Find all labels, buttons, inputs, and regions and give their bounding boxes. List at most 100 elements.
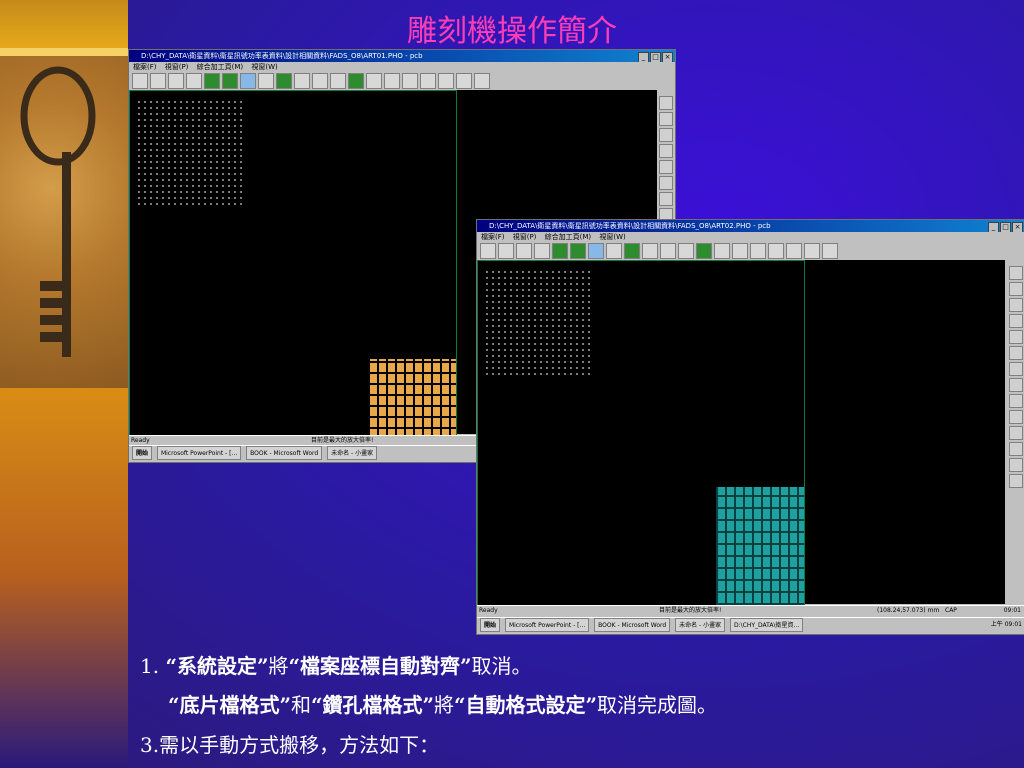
task-paint[interactable]: 未命名 - 小畫家 xyxy=(327,446,378,460)
window-2-menubar: 檔案(F) 視窗(P) 綜合加工頁(M) 視窗(W) xyxy=(477,232,1024,242)
menu-file[interactable]: 檔案(F) xyxy=(133,63,157,71)
route-icon[interactable] xyxy=(402,73,418,89)
mill-icon[interactable] xyxy=(420,73,436,89)
tool2-icon[interactable] xyxy=(804,243,820,259)
menu-window[interactable]: 視窗(W) xyxy=(251,63,277,71)
side-tool-icon[interactable] xyxy=(1009,410,1023,424)
side-tool-icon[interactable] xyxy=(659,96,673,110)
mill-icon[interactable] xyxy=(768,243,784,259)
save-icon[interactable] xyxy=(516,243,532,259)
side-tool-icon[interactable] xyxy=(659,144,673,158)
window-1-title: D:\CHY_DATA\衛星資料\衛星訊號功率表資料\設計相關資料\FADS_O… xyxy=(141,52,423,60)
align-icon[interactable] xyxy=(696,243,712,259)
side-tool-icon[interactable] xyxy=(1009,426,1023,440)
window-1-titlebar[interactable]: D:\CHY_DATA\衛星資料\衛星訊號功率表資料\設計相關資料\FADS_O… xyxy=(129,50,675,62)
side-tool-icon[interactable] xyxy=(659,112,673,126)
menu-file[interactable]: 檔案(F) xyxy=(481,233,505,241)
table-icon[interactable] xyxy=(276,73,292,89)
status-caps: CAP xyxy=(945,607,957,614)
zoom-out-icon[interactable] xyxy=(660,243,676,259)
view2-icon[interactable] xyxy=(606,243,622,259)
minimize-icon[interactable]: _ xyxy=(638,52,649,62)
task-powerpoint[interactable]: Microsoft PowerPoint - [... xyxy=(504,618,590,632)
side-tool-icon[interactable] xyxy=(1009,266,1023,280)
side-tool-icon[interactable] xyxy=(659,176,673,190)
close-icon[interactable]: × xyxy=(662,52,673,62)
start-button[interactable]: 開始 xyxy=(480,618,501,632)
new-file-icon[interactable] xyxy=(132,73,148,89)
menu-process[interactable]: 綜合加工頁(M) xyxy=(197,63,244,71)
side-tool-icon[interactable] xyxy=(659,128,673,142)
view-icon[interactable] xyxy=(240,73,256,89)
undo-icon[interactable] xyxy=(186,73,202,89)
task-pcb[interactable]: D:\CHY_DATA\衛星資... xyxy=(730,618,804,632)
side-tool-icon[interactable] xyxy=(1009,330,1023,344)
move-icon[interactable] xyxy=(714,243,730,259)
drill-icon[interactable] xyxy=(384,73,400,89)
ruler-icon[interactable] xyxy=(678,243,694,259)
side-tool-icon[interactable] xyxy=(1009,378,1023,392)
tool-icon[interactable] xyxy=(786,243,802,259)
status-ready: Ready xyxy=(479,607,498,614)
ruler-icon[interactable] xyxy=(330,73,346,89)
task-word[interactable]: BOOK - Microsoft Word xyxy=(594,618,671,632)
task-powerpoint[interactable]: Microsoft PowerPoint - [... xyxy=(156,446,242,460)
line2-end: 取消完成圖。 xyxy=(597,693,718,717)
grid-icon[interactable] xyxy=(570,243,586,259)
window-1-menubar: 檔案(F) 視窗(P) 綜合加工頁(M) 視窗(W) xyxy=(129,62,675,72)
window-2-side-tools xyxy=(1009,264,1023,490)
close-icon[interactable]: × xyxy=(1012,222,1023,232)
side-tool-icon[interactable] xyxy=(1009,362,1023,376)
window-2-workspace[interactable] xyxy=(805,260,1005,604)
grid-icon[interactable] xyxy=(222,73,238,89)
side-tool-icon[interactable] xyxy=(1009,442,1023,456)
zoom-in-icon[interactable] xyxy=(294,73,310,89)
side-tool-icon[interactable] xyxy=(1009,314,1023,328)
side-tool-icon[interactable] xyxy=(659,192,673,206)
open-file-icon[interactable] xyxy=(150,73,166,89)
layer-icon[interactable] xyxy=(204,73,220,89)
cut-icon[interactable] xyxy=(822,243,838,259)
side-tool-icon[interactable] xyxy=(1009,346,1023,360)
instruction-line-2: “底片檔格式”和“鑽孔檔格式”將“自動格式設定”取消完成圖。 xyxy=(168,689,717,718)
minimize-icon[interactable]: _ xyxy=(988,222,999,232)
maximize-icon[interactable]: □ xyxy=(1000,222,1011,232)
new-file-icon[interactable] xyxy=(480,243,496,259)
cut-icon[interactable] xyxy=(474,73,490,89)
side-tool-icon[interactable] xyxy=(1009,298,1023,312)
window-1-canvas[interactable] xyxy=(129,90,457,462)
side-tool-icon[interactable] xyxy=(1009,394,1023,408)
drill-points xyxy=(136,99,246,209)
menu-view[interactable]: 視窗(P) xyxy=(513,233,537,241)
side-tool-icon[interactable] xyxy=(1009,282,1023,296)
side-tool-icon[interactable] xyxy=(1009,474,1023,488)
view-icon[interactable] xyxy=(588,243,604,259)
save-icon[interactable] xyxy=(168,73,184,89)
zoom-out-icon[interactable] xyxy=(312,73,328,89)
task-word[interactable]: BOOK - Microsoft Word xyxy=(246,446,323,460)
side-tool-icon[interactable] xyxy=(659,160,673,174)
open-file-icon[interactable] xyxy=(498,243,514,259)
window-2-titlebar[interactable]: D:\CHY_DATA\衛星資料\衛星訊號功率表資料\設計相關資料\FADS_O… xyxy=(477,220,1024,232)
menu-process[interactable]: 綜合加工頁(M) xyxy=(545,233,592,241)
zoom-in-icon[interactable] xyxy=(642,243,658,259)
table-icon[interactable] xyxy=(624,243,640,259)
start-button[interactable]: 開始 xyxy=(132,446,153,460)
drill-icon[interactable] xyxy=(732,243,748,259)
line1-term1: “系統設定” xyxy=(165,654,269,678)
tool2-icon[interactable] xyxy=(456,73,472,89)
tool-icon[interactable] xyxy=(438,73,454,89)
align-icon[interactable] xyxy=(348,73,364,89)
route-icon[interactable] xyxy=(750,243,766,259)
menu-window[interactable]: 視窗(W) xyxy=(599,233,625,241)
move-icon[interactable] xyxy=(366,73,382,89)
undo-icon[interactable] xyxy=(534,243,550,259)
pcb-image-teal[interactable] xyxy=(716,487,804,605)
side-tool-icon[interactable] xyxy=(1009,458,1023,472)
window-2-canvas[interactable] xyxy=(477,260,805,606)
menu-view[interactable]: 視窗(P) xyxy=(165,63,189,71)
layer-icon[interactable] xyxy=(552,243,568,259)
view2-icon[interactable] xyxy=(258,73,274,89)
maximize-icon[interactable]: □ xyxy=(650,52,661,62)
task-paint[interactable]: 未命名 - 小畫家 xyxy=(675,618,726,632)
